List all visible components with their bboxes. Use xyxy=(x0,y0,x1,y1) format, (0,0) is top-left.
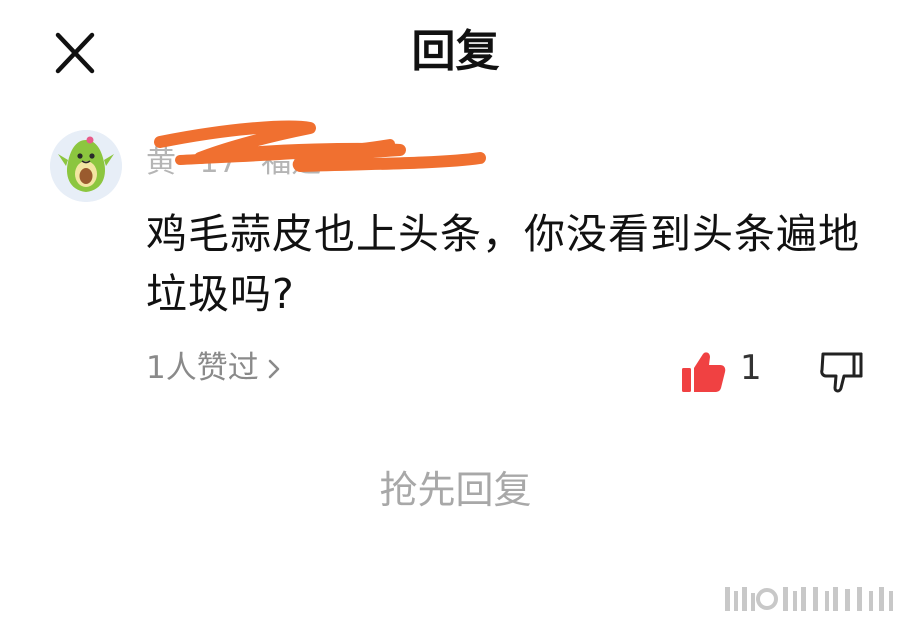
page-title: 回复 xyxy=(411,26,500,77)
thumbs-down-icon xyxy=(820,352,863,393)
comment-location: 福建 xyxy=(261,145,322,180)
thumbs-up-icon xyxy=(682,352,726,392)
like-button[interactable] xyxy=(680,350,726,394)
like-count: 1 xyxy=(740,348,762,388)
avocado-avatar-icon xyxy=(50,130,122,202)
comment-card: 黄 17 福建 鸡毛蒜皮也上头条，你没看到头条遍地垃圾吗? 1人赞过 1 xyxy=(0,120,911,420)
top-bar: 回复 xyxy=(0,0,911,110)
reply-first-button[interactable]: 抢先回复 xyxy=(0,462,911,518)
author-name[interactable]: 黄 xyxy=(146,145,176,180)
watermark-logo xyxy=(725,587,893,611)
likes-summary-label: 1人赞过 xyxy=(146,350,259,386)
likes-summary-link[interactable]: 1人赞过 xyxy=(146,346,281,392)
comment-meta: 黄 17 福建 xyxy=(146,142,476,186)
chevron-right-icon xyxy=(267,348,281,392)
comment-text: 鸡毛蒜皮也上头条，你没看到头条遍地垃圾吗? xyxy=(146,210,860,318)
dislike-button[interactable] xyxy=(818,350,864,394)
comment-date: 17 xyxy=(199,145,238,180)
avatar[interactable] xyxy=(50,130,122,202)
